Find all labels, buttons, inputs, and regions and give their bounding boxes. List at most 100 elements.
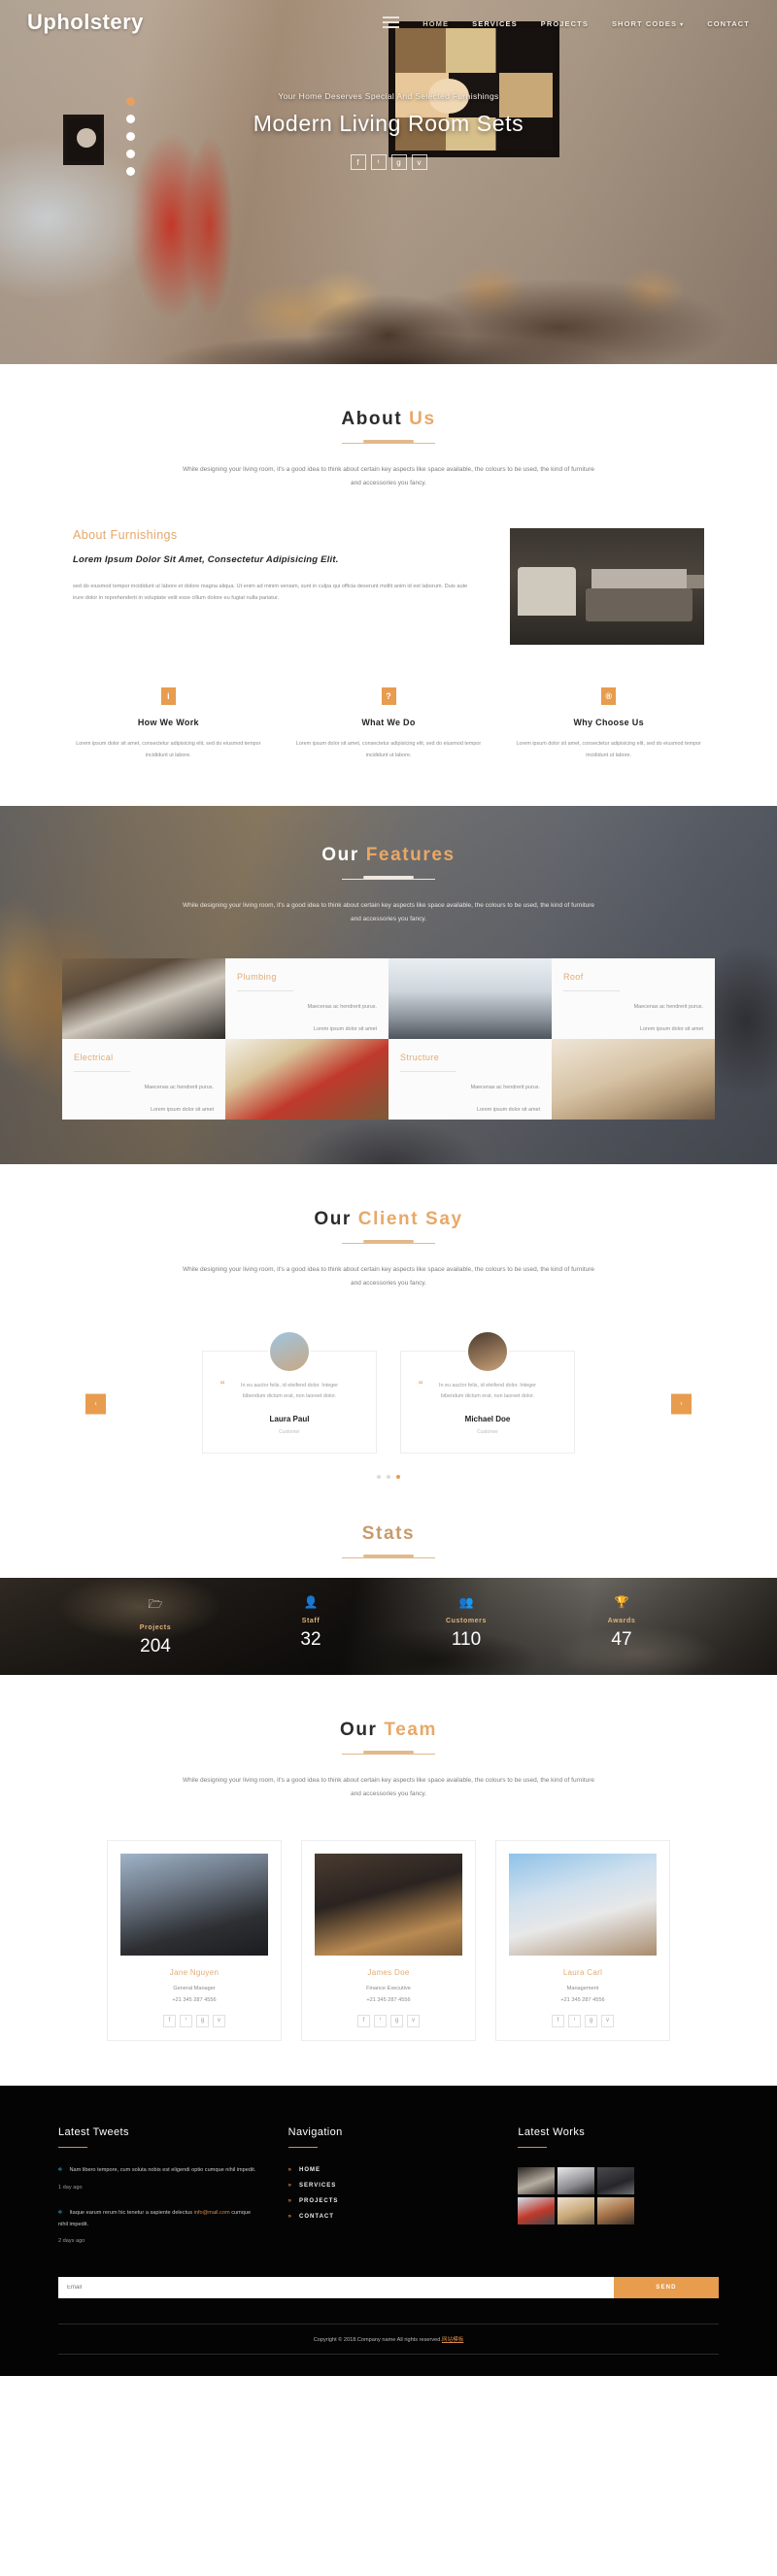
stat-value-customers: 110 — [451, 1629, 482, 1651]
feature-card-structure[interactable]: Structure Maecenas ac hendrerit purus. L… — [388, 1039, 552, 1121]
carousel-dot-2[interactable] — [387, 1475, 390, 1480]
about-text-column: About Furnishings Lorem Ipsum Dolor Sit … — [73, 528, 477, 604]
vimeo-icon[interactable]: v — [213, 2014, 225, 2027]
work-thumbnail[interactable] — [518, 2167, 556, 2195]
vimeo-icon[interactable]: v — [411, 154, 427, 170]
stat-awards: 🏆 Awards 47 — [544, 1595, 699, 1657]
send-button[interactable]: SEND — [614, 2277, 719, 2299]
stat-value-projects: 204 — [140, 1636, 171, 1657]
team-description: While designing your living room, it's a… — [183, 1777, 594, 1797]
stats-banner: 🗁 Projects 204 👤 Staff 32 👥 Customers 11… — [0, 1578, 777, 1676]
carousel-dot-1[interactable] — [377, 1475, 381, 1480]
tweet-item: ⎆ Itaque earum rerum hic tenetur a sapien… — [58, 2208, 259, 2244]
facebook-icon[interactable]: f — [357, 2014, 370, 2027]
features-title-part-1: Our — [321, 844, 366, 865]
nav-item-projects[interactable]: PROJECTS — [541, 14, 589, 31]
twitter-icon[interactable]: ᵗ — [180, 2014, 192, 2027]
work-thumbnail[interactable] — [557, 2197, 595, 2225]
footer-nav-link-home[interactable]: HOME — [299, 2167, 321, 2173]
footer-nav-item-projects[interactable]: » PROJECTS — [288, 2198, 490, 2204]
testimonial-author-name: Michael Doe — [464, 1415, 511, 1424]
chevron-down-icon: ▾ — [680, 22, 685, 28]
footer-nav-link-projects[interactable]: PROJECTS — [299, 2198, 338, 2204]
footer-nav-item-home[interactable]: » HOME — [288, 2167, 490, 2173]
nav-link-services[interactable]: SERVICES — [472, 19, 518, 28]
work-thumbnail[interactable] — [597, 2197, 635, 2225]
carousel-dot-3[interactable] — [396, 1475, 400, 1480]
page-root: Upholstery HOME SERVICES PROJECTS SHORT … — [0, 0, 777, 2377]
section-divider — [342, 1240, 435, 1245]
footer-divider — [287, 2146, 318, 2149]
features-description: While designing your living room, it's a… — [183, 901, 594, 922]
team-member-social: f ᵗ g v — [509, 2014, 657, 2027]
footer-nav-item-contact[interactable]: » CONTACT — [288, 2214, 490, 2220]
stats-row: 🗁 Projects 204 👤 Staff 32 👥 Customers 11… — [0, 1578, 777, 1657]
latest-works-grid — [518, 2167, 635, 2225]
copyright-link[interactable]: 网站模板 — [442, 2337, 463, 2343]
chevron-right-icon: » — [287, 2167, 293, 2174]
footer-nav-link-services[interactable]: SERVICES — [299, 2183, 336, 2189]
tweet-email-link[interactable]: info@mail.com — [194, 2210, 230, 2216]
email-field[interactable] — [58, 2277, 614, 2299]
feature-card-line2-roof: Lorem ipsum dolor sit amet — [639, 1025, 703, 1032]
stat-value-awards: 47 — [611, 1629, 632, 1651]
about-interior-image — [510, 528, 704, 646]
facebook-icon[interactable]: f — [350, 154, 366, 170]
twitter-icon[interactable]: ᵗ — [374, 2014, 387, 2027]
twitter-icon[interactable]: ᵗ — [370, 154, 387, 170]
feature-card-electrical[interactable]: Electrical Maecenas ac hendrerit purus. … — [62, 1039, 225, 1121]
footer-nav-list: » HOME » SERVICES » PROJECTS » CONTACT — [288, 2167, 490, 2220]
nav-link-projects[interactable]: PROJECTS — [541, 19, 589, 28]
feature-image-3 — [225, 1039, 388, 1121]
carousel-prev-button[interactable]: ‹ — [85, 1393, 106, 1415]
work-thumbnail[interactable] — [557, 2167, 595, 2195]
nav-item-contact[interactable]: CONTACT — [707, 14, 750, 31]
info-icon: i — [160, 687, 176, 706]
trophy-icon: 🏆 — [614, 1595, 629, 1610]
google-plus-icon[interactable]: g — [390, 154, 407, 170]
testimonials-description: While designing your living room, it's a… — [183, 1266, 594, 1287]
hamburger-menu-icon[interactable] — [381, 13, 401, 32]
testimonial-card: “ In eu auctor felis, id eleifend dolor. … — [202, 1329, 377, 1455]
feature-card-line1-electrical: Maecenas ac hendrerit purus. — [144, 1085, 214, 1091]
feature-card-underline — [237, 990, 293, 992]
work-thumbnail[interactable] — [597, 2167, 635, 2195]
nav-link-contact[interactable]: CONTACT — [707, 19, 750, 28]
testimonials-carousel: ‹ › “ In eu auctor felis, id eleifend dol… — [0, 1329, 777, 1480]
site-logo[interactable]: Upholstery — [27, 10, 144, 35]
nav-item-services[interactable]: SERVICES — [472, 14, 518, 31]
footer-nav-link-contact[interactable]: CONTACT — [299, 2214, 334, 2220]
footer-nav-item-services[interactable]: » SERVICES — [288, 2183, 490, 2189]
tweet-text: ⎆ Nam libero tempore, cum soluta nobis es… — [58, 2165, 259, 2177]
carousel-dots[interactable] — [58, 1475, 719, 1480]
nav-link-home[interactable]: HOME — [422, 19, 449, 28]
feature-card-line1-roof: Maecenas ac hendrerit purus. — [633, 1004, 703, 1011]
nav-item-short-codes[interactable]: SHORT CODES ▾ — [612, 14, 684, 31]
testimonial-author-role: Customer — [279, 1429, 300, 1436]
work-thumbnail[interactable] — [518, 2197, 556, 2225]
carousel-next-button[interactable]: › — [671, 1393, 692, 1415]
primary-nav-list: HOME SERVICES PROJECTS SHORT CODES ▾ CONT… — [422, 14, 750, 31]
nav-link-short-codes[interactable]: SHORT CODES ▾ — [612, 19, 684, 28]
tweet-item: ⎆ Nam libero tempore, cum soluta nobis es… — [58, 2165, 259, 2191]
vimeo-icon[interactable]: v — [407, 2014, 420, 2027]
google-plus-icon[interactable]: g — [390, 2014, 403, 2027]
feature-card-roof[interactable]: Roof Maecenas ac hendrerit purus. Lorem … — [552, 958, 715, 1040]
tweet-timestamp: 2 days ago — [58, 2238, 85, 2245]
facebook-icon[interactable]: f — [552, 2014, 564, 2027]
team-member-name: Jane Nguyen — [169, 1967, 220, 1977]
team-member-social: f ᵗ g v — [120, 2014, 268, 2027]
feature-card-underline — [563, 990, 620, 992]
facebook-icon[interactable]: f — [163, 2014, 176, 2027]
feature-title-why-choose-us: Why Choose Us — [573, 718, 644, 728]
google-plus-icon[interactable]: g — [585, 2014, 597, 2027]
google-plus-icon[interactable]: g — [196, 2014, 209, 2027]
vimeo-icon[interactable]: v — [601, 2014, 614, 2027]
twitter-icon[interactable]: ᵗ — [568, 2014, 581, 2027]
team-member-photo — [509, 1853, 657, 1956]
feature-card-plumbing[interactable]: Plumbing Maecenas ac hendrerit purus. Lo… — [225, 958, 388, 1040]
nav-item-home[interactable]: HOME — [422, 14, 449, 31]
tweet-body: Itaque earum rerum hic tenetur a sapient… — [69, 2209, 194, 2216]
feature-desc-how-we-work: Lorem ipsum dolor sit amet, consectetur … — [76, 741, 261, 758]
feature-card-line2-structure: Lorem ipsum dolor sit amet — [476, 1106, 540, 1113]
